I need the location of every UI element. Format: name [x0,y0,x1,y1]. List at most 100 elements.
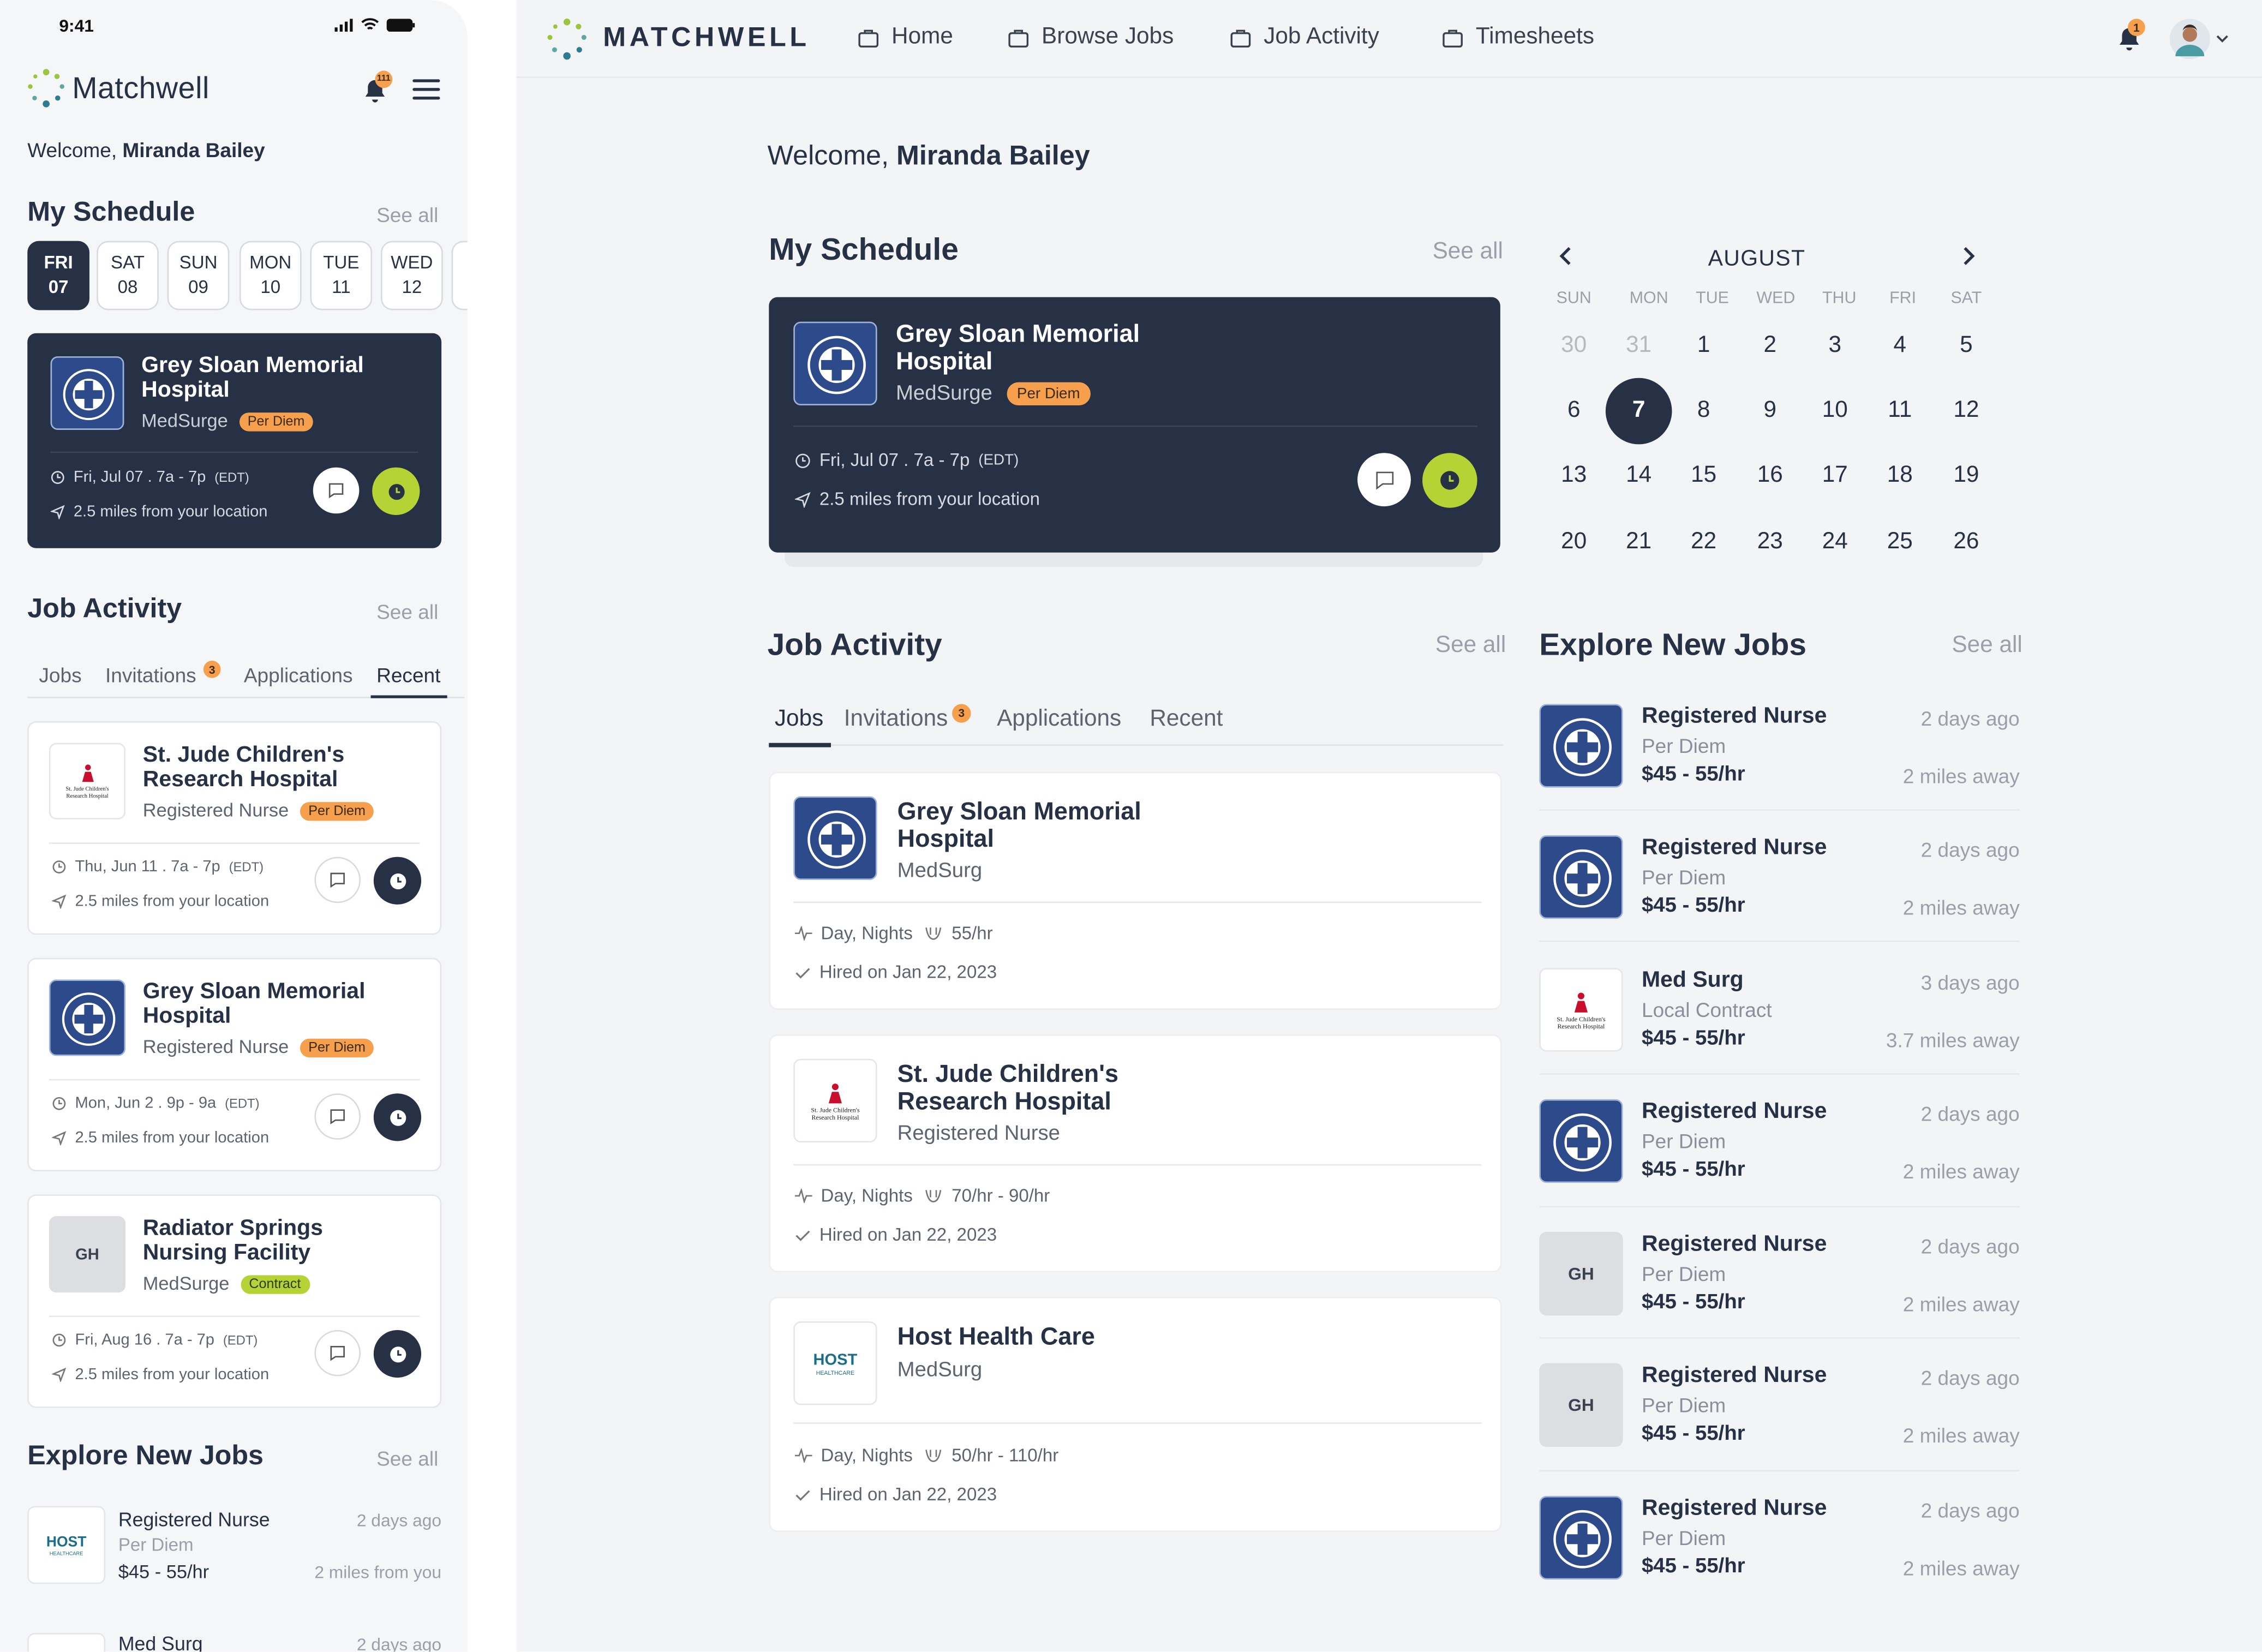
card-dept: MedSurg [897,859,983,883]
explore-divider [1539,809,2020,811]
calendar-day[interactable]: 5 [1937,329,1995,363]
schedule-card[interactable]: Grey Sloan Memorial Hospital MedSurge Pe… [27,333,442,548]
calendar-day[interactable]: 1 [1675,329,1733,363]
activity-card[interactable]: GH Radiator Springs Nursing Facility Med… [27,1194,442,1408]
calendar-day[interactable]: 20 [1545,525,1603,559]
explore-see-all[interactable]: See all [1952,633,2022,660]
calendar-day[interactable]: 11 [1871,394,1929,428]
activity-see-all[interactable]: See all [376,600,438,623]
explore-item-type: Per Diem [118,1535,194,1555]
top-navigation: MATCHWELL Home Browse Jobs Job Activity … [516,0,2262,78]
tab-jobs[interactable]: Jobs [775,707,823,733]
day-chip[interactable]: TUE 11 [310,241,373,310]
tab-recent[interactable]: Recent [1150,707,1223,733]
day-chip[interactable]: WED 12 [381,241,443,310]
calendar-day[interactable]: 31 [1610,329,1668,363]
card-divider [793,426,1477,427]
day-chip[interactable]: T [451,241,468,310]
calendar-next-button[interactable] [1959,247,1979,270]
nav-timesheets[interactable]: Timesheets [1443,25,1594,51]
tab-applications[interactable]: Applications [244,663,353,686]
hired-label: Hired on Jan 22, 2023 [819,962,997,983]
calendar-day[interactable]: 8 [1675,394,1733,428]
explore-see-all[interactable]: See all [376,1447,438,1470]
explore-item[interactable]: GH Registered Nurse Per Diem $45 - 55/hr… [1539,1363,2020,1493]
calendar-day[interactable]: 18 [1871,459,1929,493]
day-chip[interactable]: FRI 07 [27,241,89,310]
calendar-day[interactable]: 16 [1741,459,1799,493]
calendar-day[interactable]: 30 [1545,329,1603,363]
activity-card[interactable]: Grey Sloan Memorial Hospital Registered … [27,957,442,1172]
explore-item[interactable]: GH Registered Nurse Per Diem $45 - 55/hr… [1539,1232,2020,1362]
calendar-day[interactable]: 4 [1871,329,1929,363]
message-button[interactable] [314,1330,361,1376]
calendar-day[interactable]: 13 [1545,459,1603,493]
activity-see-all[interactable]: See all [1435,633,1506,660]
schedule-see-all[interactable]: See all [376,203,438,226]
explore-item[interactable]: Registered Nurse Per Diem $45 - 55/hr 2 … [1539,704,2020,834]
calendar-day[interactable]: 26 [1937,525,1995,559]
user-menu[interactable] [2169,19,2233,59]
notifications-button[interactable]: 111 [361,70,393,108]
nav-job-activity[interactable]: Job Activity [1230,25,1379,51]
notifications-button[interactable]: 1 [2115,19,2146,56]
calendar-day[interactable]: 9 [1741,394,1799,428]
tab-applications[interactable]: Applications [997,707,1121,733]
host-logo-subtext: HEALTHCARE [816,1368,855,1376]
facility-initials-logo: GH [1539,1232,1623,1316]
menu-button[interactable] [412,78,441,109]
explore-item-ago: 2 days ago [1920,1102,2020,1126]
nav-home[interactable]: Home [858,25,953,51]
calendar-day[interactable]: 19 [1937,459,1995,493]
calendar-day[interactable]: 22 [1675,525,1733,559]
activity-card[interactable]: St. Jude Children's Research Hospital St… [27,721,442,935]
clock-in-button[interactable] [372,467,420,515]
calendar-day[interactable]: 6 [1545,394,1603,428]
day-chip[interactable]: SAT 08 [97,241,159,310]
clock-in-button[interactable] [373,1330,422,1378]
calendar-day[interactable]: 21 [1610,525,1668,559]
employment-badge: Contract [240,1275,310,1294]
money-icon [925,1450,941,1462]
grey-sloan-logo [1539,704,1623,788]
calendar-day-selected[interactable]: 7 [1610,394,1668,428]
message-button[interactable] [314,857,361,903]
day-chip[interactable]: SUN 09 [167,241,230,310]
explore-item[interactable]: Registered Nurse Per Diem $45 - 55/hr 2 … [1539,1495,2020,1626]
calendar-day[interactable]: 12 [1937,394,1995,428]
tab-invitations[interactable]: Invitations [105,663,196,686]
explore-item[interactable]: Registered Nurse Per Diem $45 - 55/hr 2 … [1539,835,2020,965]
activity-card[interactable]: Grey Sloan Memorial Hospital MedSurg Day… [769,771,1502,1010]
day-chip[interactable]: MON 10 [239,241,302,310]
message-button[interactable] [1357,453,1411,507]
clock-in-button[interactable] [1422,453,1477,508]
explore-item-pay: $45 - 55/hr [1641,763,1745,787]
explore-item[interactable]: Registered Nurse Per Diem $45 - 55/hr 2 … [1539,1099,2020,1229]
calendar-day[interactable]: 14 [1610,459,1668,493]
calendar-day[interactable]: 24 [1806,525,1864,559]
calendar-day[interactable]: 17 [1806,459,1864,493]
tab-recent[interactable]: Recent [376,663,440,686]
clock-in-button[interactable] [373,857,422,905]
explore-item[interactable]: St. Jude Children's Research Hospital Me… [1539,968,2020,1098]
calendar-prev-button[interactable] [1555,247,1575,270]
clock-in-button[interactable] [373,1093,422,1141]
nav-browse-jobs[interactable]: Browse Jobs [1008,25,1174,51]
message-button[interactable] [314,1093,361,1140]
schedule-card[interactable]: Grey Sloan Memorial Hospital MedSurge Pe… [769,297,1500,553]
calendar-day[interactable]: 3 [1806,329,1864,363]
explore-item[interactable]: Med Surg 2 days ago [27,1630,441,1652]
calendar-day[interactable]: 25 [1871,525,1929,559]
calendar-day[interactable]: 23 [1741,525,1799,559]
message-button[interactable] [313,467,360,514]
schedule-see-all[interactable]: See all [1433,240,1503,266]
calendar-day[interactable]: 15 [1675,459,1733,493]
host-healthcare-logo: HOST HEALTHCARE [793,1321,877,1405]
calendar-day[interactable]: 2 [1741,329,1799,363]
explore-item[interactable]: HOST HEALTHCARE Registered Nurse Per Die… [27,1506,441,1587]
activity-card[interactable]: HOST HEALTHCARE Host Health Care MedSurg… [769,1297,1502,1533]
calendar-day[interactable]: 10 [1806,394,1864,428]
tab-invitations[interactable]: Invitations [844,707,948,733]
tab-jobs[interactable]: Jobs [39,663,81,686]
activity-card[interactable]: St. Jude Children's Research Hospital St… [769,1034,1502,1273]
